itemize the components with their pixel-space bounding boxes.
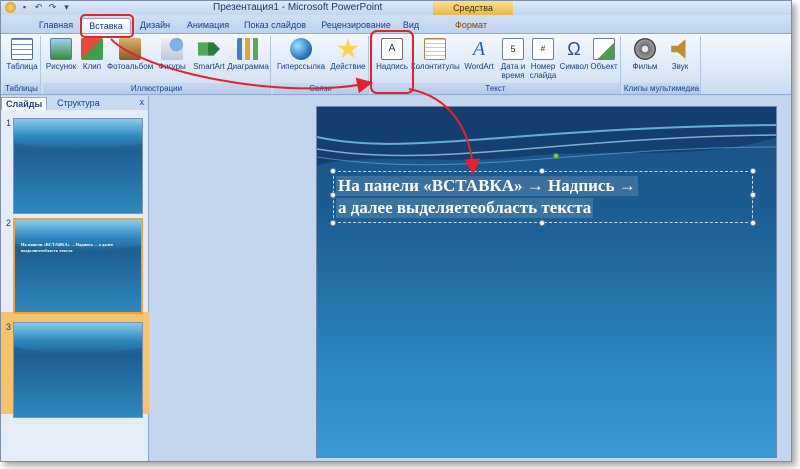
quick-access-toolbar: ▪ ↶ ↷ ▾: [5, 2, 72, 14]
date-time-button[interactable]: 5 Дата и время: [499, 38, 527, 82]
resize-handle[interactable]: [330, 220, 336, 226]
symbol-button[interactable]: Ω Символ: [559, 38, 589, 82]
title-bar: ▪ ↶ ↷ ▾ Презентация1 - Microsoft PowerPo…: [1, 1, 791, 27]
film-reel-icon: [634, 38, 656, 60]
shapes-button[interactable]: Фигуры: [155, 38, 189, 82]
header-footer-button[interactable]: Колонтитулы: [411, 38, 460, 82]
ribbon-tabs: Главная Вставка Дизайн Анимация Показ сл…: [1, 15, 791, 33]
picture-icon: [50, 38, 72, 60]
save-icon[interactable]: ▪: [19, 2, 30, 13]
group-media: Фильм Звук Клипы мультимедиа: [623, 36, 701, 94]
group-label-tables: Таблицы: [3, 83, 40, 94]
tab-design[interactable]: Дизайн: [135, 18, 175, 33]
group-illustrations: Рисунок Клип Фотоальбом Фигуры SmartArt …: [43, 36, 271, 94]
picture-button[interactable]: Рисунок: [45, 38, 77, 82]
slide-thumbnail-2[interactable]: На панели «ВСТАВКА» →Надпись→ а далее вы…: [13, 218, 143, 314]
hyperlink-button[interactable]: Гиперссылка: [275, 38, 327, 82]
table-icon: [11, 38, 33, 60]
tab-view[interactable]: Вид: [399, 18, 423, 33]
photo-album-icon: [119, 38, 141, 60]
slide-number-icon: #: [532, 38, 554, 60]
undo-icon[interactable]: ↶: [33, 2, 44, 13]
thumb-number: 2: [6, 218, 12, 228]
group-label-links: Связи: [273, 83, 368, 94]
slide-text-line-1[interactable]: На панели «ВСТАВКА» → Надпись →: [336, 176, 638, 196]
wave-decoration: [14, 119, 142, 149]
textbox-button[interactable]: A Надпись: [375, 38, 409, 82]
wordart-button[interactable]: A WordArt: [461, 38, 497, 82]
thumb-number: 3: [6, 322, 12, 332]
resize-handle[interactable]: [330, 168, 336, 174]
globe-icon: [290, 38, 312, 60]
tab-outline[interactable]: Структура: [53, 97, 104, 110]
resize-handle[interactable]: [750, 192, 756, 198]
close-icon[interactable]: x: [140, 97, 145, 107]
table-button[interactable]: Таблица: [5, 38, 39, 82]
thumb-text: На панели «ВСТАВКА» →Надпись→ а далее вы…: [21, 242, 114, 253]
slide-text-line-2[interactable]: а далее выделяетеобласть текста: [336, 198, 594, 218]
group-tables: Таблица Таблицы: [3, 36, 41, 94]
group-label-illustrations: Иллюстрации: [43, 83, 270, 94]
office-logo-icon[interactable]: [5, 2, 16, 13]
tab-slides[interactable]: Слайды: [1, 97, 48, 110]
chart-icon: [237, 38, 259, 60]
powerpoint-window: ▪ ↶ ↷ ▾ Презентация1 - Microsoft PowerPo…: [0, 0, 792, 462]
tab-review[interactable]: Рецензирование: [317, 18, 395, 33]
group-label-media: Клипы мультимедиа: [623, 83, 700, 94]
shapes-icon: [161, 38, 183, 60]
window-title: Презентация1 - Microsoft PowerPoint: [213, 2, 383, 13]
qat-dropdown-icon[interactable]: ▾: [61, 2, 72, 13]
wordart-icon: A: [472, 38, 486, 60]
smartart-icon: [198, 42, 220, 56]
object-button[interactable]: Объект: [589, 38, 619, 82]
tab-format[interactable]: Формат: [449, 18, 493, 33]
context-tab-group-title: Средства рисования: [433, 1, 513, 27]
header-footer-icon: [424, 38, 446, 60]
thumb-number: 1: [6, 118, 12, 128]
slide-canvas[interactable]: На панели «ВСТАВКА» → Надпись → а далее …: [316, 106, 777, 458]
redo-icon[interactable]: ↷: [47, 2, 58, 13]
panel-tabs: Слайды Структура x: [1, 96, 148, 110]
slides-panel: Слайды Структура x 1 2 На панели «ВСТАВК…: [1, 96, 149, 461]
action-button[interactable]: Действие: [329, 38, 367, 82]
resize-handle[interactable]: [539, 220, 545, 226]
speaker-icon: [671, 39, 686, 59]
clip-button[interactable]: Клип: [79, 38, 105, 82]
resize-handle[interactable]: [750, 168, 756, 174]
clipart-icon: [81, 38, 103, 60]
chart-button[interactable]: Диаграмма: [227, 38, 269, 82]
tab-animation[interactable]: Анимация: [183, 18, 233, 33]
ribbon: Таблица Таблицы Рисунок Клип Фотоальбом …: [1, 33, 791, 95]
tab-insert[interactable]: Вставка: [81, 18, 131, 33]
slide-thumbnail-1[interactable]: [13, 118, 143, 214]
rotation-handle[interactable]: [553, 153, 559, 159]
object-icon: [593, 38, 615, 60]
resize-handle[interactable]: [750, 220, 756, 226]
movie-button[interactable]: Фильм: [627, 38, 663, 82]
text-box[interactable]: На панели «ВСТАВКА» → Надпись → а далее …: [330, 153, 756, 226]
group-text: A Надпись Колонтитулы A WordArt 5 Дата и…: [371, 36, 621, 94]
wave-decoration: [14, 323, 142, 353]
calendar-icon: 5: [502, 38, 524, 60]
group-links: Гиперссылка Действие Связи: [273, 36, 369, 94]
tab-home[interactable]: Главная: [35, 18, 77, 33]
slide-number-button[interactable]: # Номер слайда: [529, 38, 557, 82]
photo-album-button[interactable]: Фотоальбом: [107, 38, 153, 82]
omega-icon: Ω: [567, 39, 581, 59]
resize-handle[interactable]: [539, 168, 545, 174]
action-star-icon: [337, 38, 359, 59]
slide-editor: На панели «ВСТАВКА» → Надпись → а далее …: [150, 96, 791, 461]
sound-button[interactable]: Звук: [663, 38, 697, 82]
slide-thumbnail-3[interactable]: [13, 322, 143, 418]
tab-slideshow[interactable]: Показ слайдов: [241, 18, 309, 33]
group-label-text: Текст: [371, 83, 620, 94]
textbox-icon: A: [381, 38, 403, 60]
smartart-button[interactable]: SmartArt: [191, 38, 227, 82]
